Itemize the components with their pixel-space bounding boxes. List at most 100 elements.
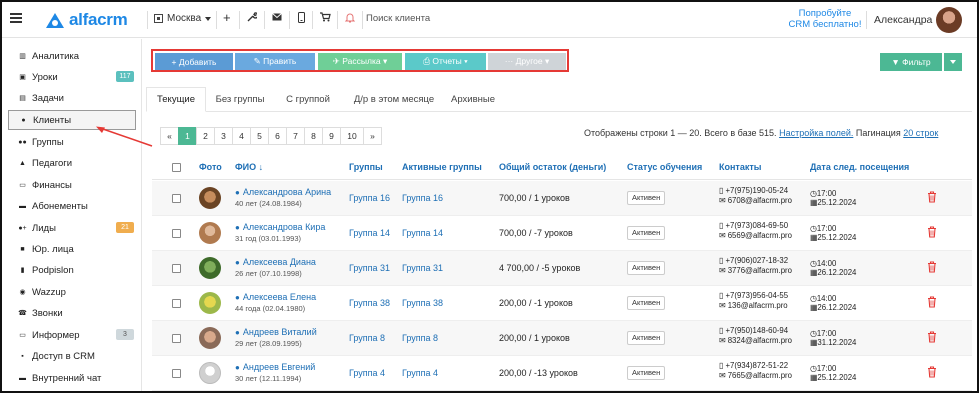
col-contacts[interactable]: Контакты (719, 162, 761, 172)
col-status[interactable]: Статус обучения (627, 162, 702, 172)
page-button[interactable]: 6 (268, 127, 287, 145)
col-active-groups[interactable]: Активные группы (402, 162, 482, 172)
cart-icon[interactable] (320, 12, 331, 25)
tab-with-group[interactable]: С группой (276, 87, 340, 112)
row-checkbox[interactable] (172, 194, 181, 203)
table-row[interactable]: ● Александрова Кира 31 год (03.01.1993) Гру… (152, 216, 972, 251)
table-row[interactable]: ● Андреев Виталий 29 лет (28.09.1995) Групп… (152, 321, 972, 356)
bell-icon[interactable] (344, 12, 356, 26)
filter-dropdown-button[interactable] (944, 53, 962, 71)
sidebar-item[interactable]: ▭ Финансы (8, 175, 136, 195)
page-size-link[interactable]: 20 строк (903, 128, 938, 138)
client-name-link[interactable]: ● Андреев Виталий (235, 327, 317, 337)
tab-no-group[interactable]: Без группы (208, 87, 272, 112)
reports-button[interactable]: ⎙ Отчеты ▾ (405, 53, 486, 70)
page-button[interactable]: 2 (196, 127, 215, 145)
promo-link[interactable]: Попробуйте CRM бесплатно! (786, 8, 864, 30)
phone-number[interactable]: +7(975)190-05-24 (725, 186, 788, 195)
trash-icon[interactable] (927, 366, 937, 378)
edit-button[interactable]: ✎ Править (235, 53, 315, 70)
wrench-icon[interactable] (247, 12, 259, 25)
group-link[interactable]: Группа 31 (349, 263, 390, 273)
tab-archive[interactable]: Архивные (444, 87, 502, 112)
plus-icon[interactable]: + (223, 10, 231, 25)
trash-icon[interactable] (927, 261, 937, 273)
sidebar-item[interactable]: ▲ Педагоги (8, 153, 136, 173)
sidebar-item[interactable]: ☎ Звонки (8, 303, 136, 323)
email-address[interactable]: 8324@alfacrm.pro (728, 336, 792, 345)
email-address[interactable]: 136@alfacrm.pro (728, 301, 788, 310)
email-address[interactable]: 6708@alfacrm.pro (728, 196, 792, 205)
mobile-icon[interactable] (298, 12, 305, 26)
sidebar-item[interactable]: ◉ Wazzup (8, 282, 136, 302)
page-button[interactable]: 3 (214, 127, 233, 145)
table-row[interactable]: ● Александрова Арина 40 лет (24.08.1984) Гр… (152, 181, 972, 216)
page-button[interactable]: 9 (322, 127, 341, 145)
mailing-button[interactable]: ✈ Рассылка ▾ (318, 53, 402, 70)
sidebar-item[interactable]: ▤ Задачи (8, 88, 136, 108)
group-link[interactable]: Группа 8 (349, 333, 385, 343)
tab-birthdays[interactable]: Д/р в этом месяце (344, 87, 444, 112)
next-page-button[interactable]: » (363, 127, 382, 145)
group-link[interactable]: Группа 4 (349, 368, 385, 378)
page-button[interactable]: 5 (250, 127, 269, 145)
active-group-link[interactable]: Группа 38 (402, 298, 443, 308)
row-checkbox[interactable] (172, 264, 181, 273)
client-name-link[interactable]: ● Андреев Евгений (235, 362, 315, 372)
col-next-visit[interactable]: Дата след. посещения (810, 162, 909, 172)
search-input[interactable] (366, 13, 606, 24)
email-address[interactable]: 3776@alfacrm.pro (728, 266, 792, 275)
client-name-link[interactable]: ● Александрова Арина (235, 187, 331, 197)
col-balance[interactable]: Общий остаток (деньги) (499, 162, 606, 172)
group-link[interactable]: Группа 16 (349, 193, 390, 203)
sidebar-item[interactable]: ▪ Доступ в CRM (8, 346, 136, 366)
trash-icon[interactable] (927, 296, 937, 308)
trash-icon[interactable] (927, 331, 937, 343)
columns-settings-link[interactable]: Настройка полей. (779, 128, 853, 138)
client-name-link[interactable]: ● Алексеева Елена (235, 292, 316, 302)
page-button[interactable]: 8 (304, 127, 323, 145)
select-all-checkbox[interactable] (172, 163, 181, 172)
group-link[interactable]: Группа 14 (349, 228, 390, 238)
logo[interactable]: alfacrm (44, 10, 128, 30)
envelope-icon[interactable] (272, 12, 282, 24)
email-address[interactable]: 6569@alfacrm.pro (728, 231, 792, 240)
table-row[interactable]: ● Алексеева Елена 44 года (02.04.1980) Груп… (152, 286, 972, 321)
trash-icon[interactable] (927, 191, 937, 203)
phone-number[interactable]: +7(906)027-18-32 (725, 256, 788, 265)
table-row[interactable]: ● Алексеева Диана 26 лет (07.10.1998) Групп… (152, 251, 972, 286)
page-button[interactable]: 4 (232, 127, 251, 145)
sidebar-item[interactable]: ▥ Аналитика (8, 46, 136, 66)
active-group-link[interactable]: Группа 14 (402, 228, 443, 238)
client-name-link[interactable]: ● Александрова Кира (235, 222, 325, 232)
group-link[interactable]: Группа 38 (349, 298, 390, 308)
add-button[interactable]: + Добавить (155, 53, 233, 70)
user-name[interactable]: Александра (874, 14, 932, 26)
menu-icon[interactable] (10, 13, 22, 23)
other-button[interactable]: ··· Другое ▾ (488, 53, 566, 70)
phone-number[interactable]: +7(973)956-04-55 (725, 291, 788, 300)
trash-icon[interactable] (927, 226, 937, 238)
row-checkbox[interactable] (172, 334, 181, 343)
client-name-link[interactable]: ● Алексеева Диана (235, 257, 316, 267)
branch-selector[interactable]: Москва (154, 13, 212, 24)
phone-number[interactable]: +7(973)084-69-50 (725, 221, 788, 230)
filter-button[interactable]: ▼ Фильтр (880, 53, 942, 71)
active-group-link[interactable]: Группа 16 (402, 193, 443, 203)
col-fio[interactable]: ФИО ↓ (235, 162, 263, 172)
tab-current[interactable]: Текущие (146, 87, 206, 112)
sidebar-item[interactable]: ▣ Уроки 117 (8, 67, 136, 87)
sidebar-item[interactable]: ▬ Абонементы (8, 196, 136, 216)
sidebar-item[interactable]: ▬ Внутренний чат (8, 368, 136, 388)
active-group-link[interactable]: Группа 8 (402, 333, 438, 343)
page-button[interactable]: 10 (340, 127, 364, 145)
phone-number[interactable]: +7(950)148-60-94 (725, 326, 788, 335)
page-button[interactable]: 7 (286, 127, 305, 145)
row-checkbox[interactable] (172, 369, 181, 378)
row-checkbox[interactable] (172, 299, 181, 308)
sidebar-item[interactable]: ▮ Podpislon (8, 260, 136, 280)
col-groups[interactable]: Группы (349, 162, 383, 172)
row-checkbox[interactable] (172, 229, 181, 238)
active-group-link[interactable]: Группа 4 (402, 368, 438, 378)
user-avatar[interactable] (936, 7, 962, 33)
